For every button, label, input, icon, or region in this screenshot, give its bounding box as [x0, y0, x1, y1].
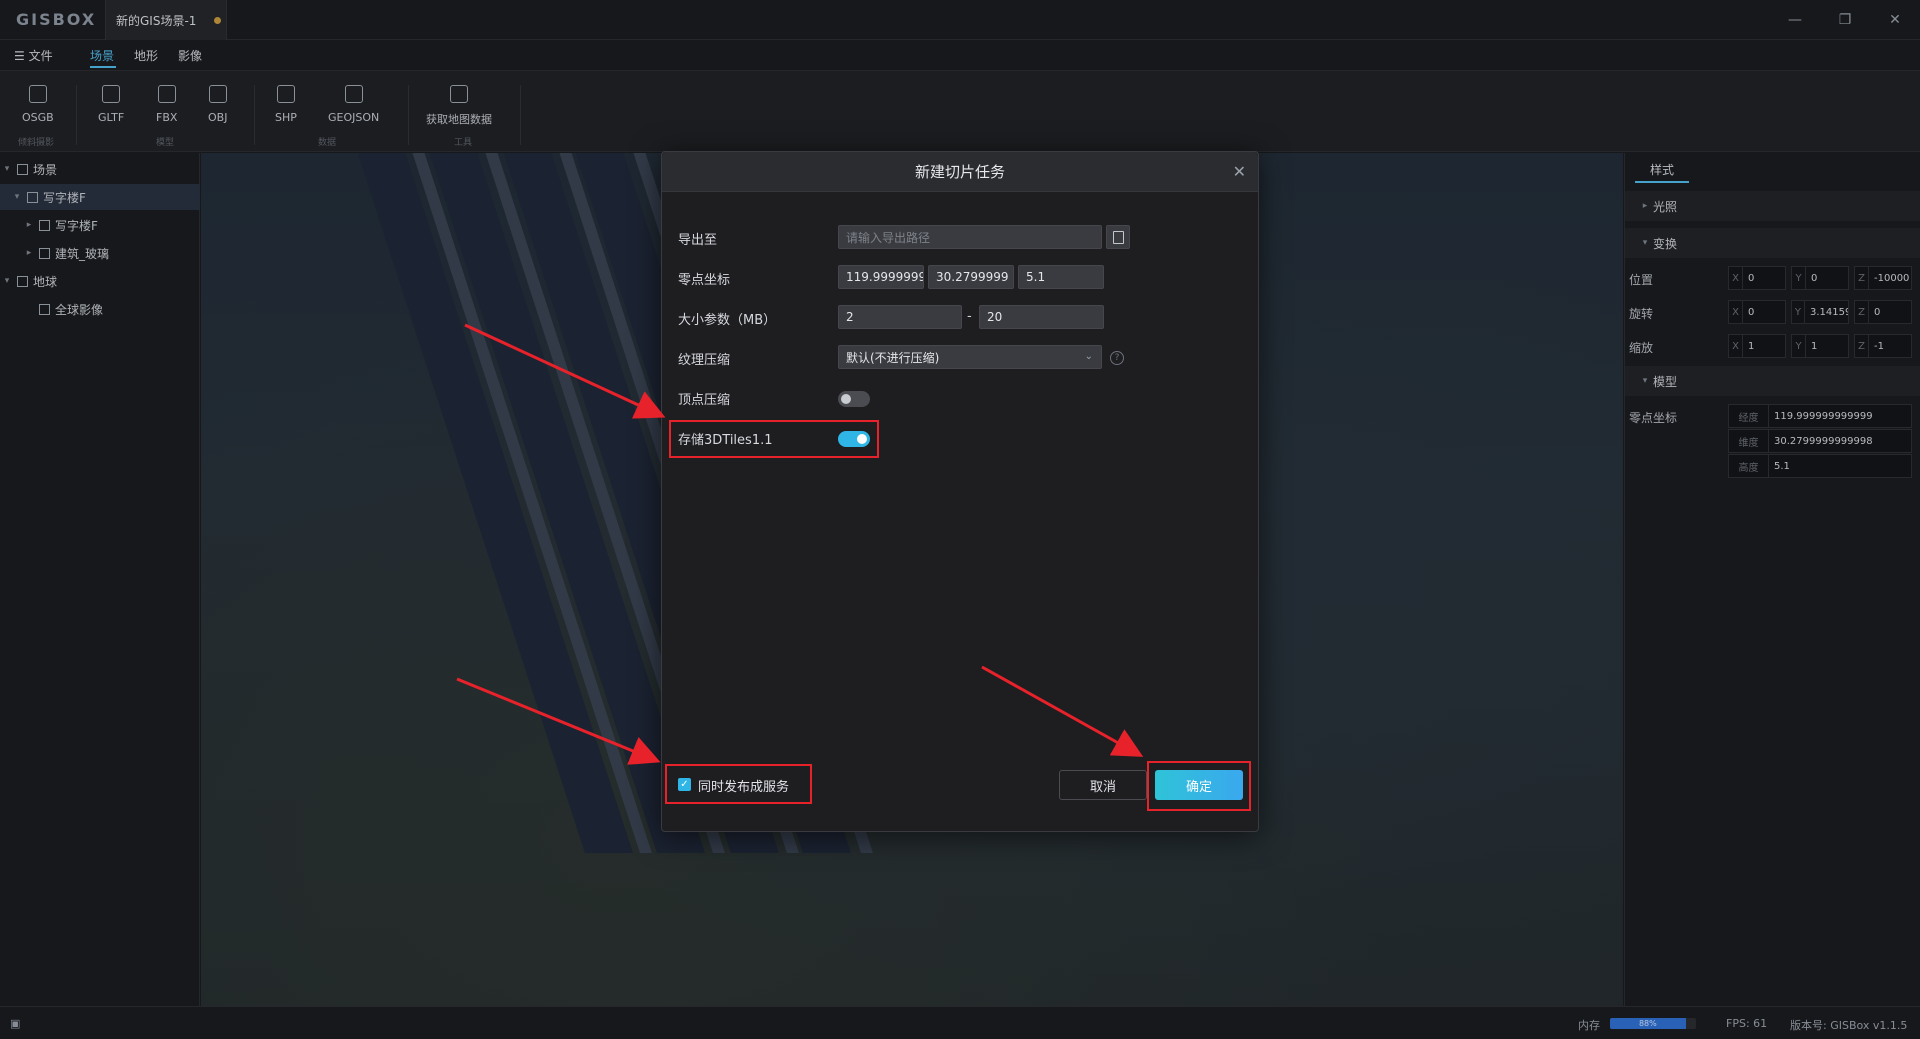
export-path-input[interactable]: 请输入导出路径: [838, 225, 1102, 249]
texture-compression-select[interactable]: 默认(不进行压缩) ⌄: [838, 345, 1102, 369]
folder-icon: [1112, 230, 1124, 244]
export-label: 导出至: [678, 233, 718, 248]
origin-z-input[interactable]: 5.1: [1018, 265, 1104, 289]
annotation-box-3dtiles: [669, 420, 879, 458]
dialog-header: 新建切片任务 ✕: [662, 152, 1258, 192]
vertex-compression-label: 顶点压缩: [678, 393, 731, 408]
texture-compression-label: 纹理压缩: [678, 353, 731, 368]
vertex-compression-toggle[interactable]: [838, 391, 870, 407]
browse-folder-button[interactable]: [1106, 225, 1130, 249]
size-param-label: 大小参数（MB）: [678, 313, 777, 328]
help-icon[interactable]: ?: [1110, 351, 1124, 365]
dialog-title: 新建切片任务: [914, 163, 1005, 181]
origin-coordinate-label: 零点坐标: [678, 273, 731, 288]
toggle-knob: [841, 394, 851, 404]
annotation-box-confirm: [1147, 761, 1251, 811]
cancel-button[interactable]: 取消: [1059, 770, 1147, 800]
close-icon[interactable]: ✕: [1233, 162, 1246, 181]
range-dash: -: [967, 309, 972, 324]
size-min-input[interactable]: 2: [838, 305, 962, 329]
chevron-down-icon: ⌄: [1084, 351, 1093, 362]
texture-compression-value: 默认(不进行压缩): [846, 350, 940, 365]
origin-x-input[interactable]: 119.9999999: [838, 265, 924, 289]
size-max-input[interactable]: 20: [979, 305, 1104, 329]
origin-y-input[interactable]: 30.2799999: [928, 265, 1014, 289]
new-tiling-task-dialog: 新建切片任务 ✕ 导出至 请输入导出路径 零点坐标 119.9999999 30…: [661, 151, 1259, 832]
annotation-box-publish: [665, 764, 812, 804]
